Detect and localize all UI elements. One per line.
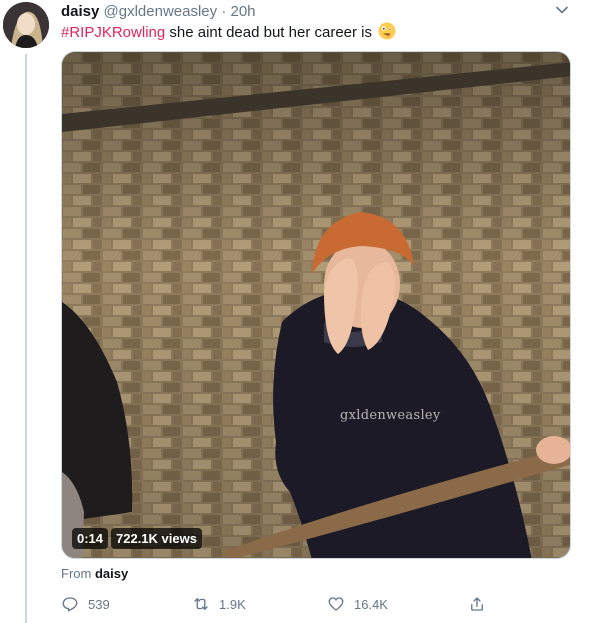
reply-count: 539 [88, 596, 110, 612]
source-name[interactable]: daisy [95, 566, 128, 581]
caret-down-icon[interactable] [555, 3, 569, 17]
video-frame [62, 52, 570, 558]
retweet-count: 1.9K [219, 596, 246, 612]
tweet-time[interactable]: 20h [231, 3, 256, 20]
tweet-header: daisy @gxldenweasley · 20h [61, 2, 256, 22]
tweet-body: she aint dead but her career is [165, 24, 373, 41]
video-duration-badge: 0:14 [72, 528, 109, 549]
thread-line [25, 54, 27, 623]
retweet-button[interactable]: 1.9K [192, 594, 246, 614]
source-prefix: From [61, 566, 92, 581]
video-player[interactable]: gxldenweasley 0:14 722.1K views [61, 51, 571, 559]
like-icon [328, 597, 344, 611]
source-line: From daisy [61, 566, 128, 582]
retweet-icon [194, 598, 208, 610]
zany-face-emoji-icon [378, 22, 396, 46]
share-icon [471, 597, 483, 611]
author-name[interactable]: daisy [61, 3, 99, 20]
hashtag-link[interactable]: #RIPJKRowling [61, 24, 165, 41]
share-button[interactable] [468, 594, 495, 614]
like-button[interactable]: 16.4K [327, 594, 388, 614]
avatar[interactable] [3, 2, 49, 48]
reply-button[interactable]: 539 [61, 594, 110, 614]
reply-icon [62, 597, 78, 612]
author-handle[interactable]: @gxldenweasley [104, 3, 218, 20]
like-count: 16.4K [354, 596, 388, 612]
tweet-text: #RIPJKRowling she aint dead but her care… [61, 22, 396, 46]
video-watermark: gxldenweasley [340, 408, 441, 423]
video-views-badge: 722.1K views [111, 528, 202, 549]
separator-dot: · [221, 3, 227, 20]
